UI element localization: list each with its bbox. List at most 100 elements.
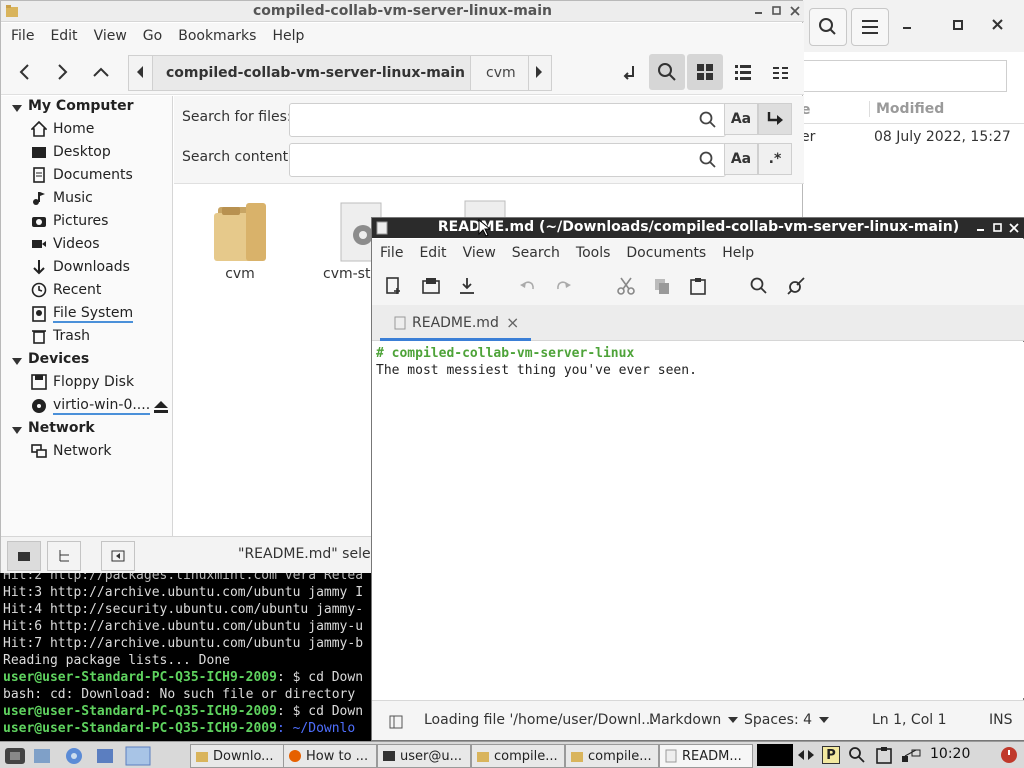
forward-arrow-icon[interactable] (53, 63, 73, 81)
file-manager-titlebar[interactable]: compiled-collab-vm-server-linux-main (1, 1, 804, 22)
sidebar-item-file-system[interactable]: File System (31, 305, 134, 323)
cut-scissors-icon[interactable] (617, 277, 635, 295)
expand-triangle-icon[interactable] (11, 424, 23, 436)
sidebar-item-virtio-win[interactable]: virtio-win-0.... (31, 397, 151, 415)
side-panel-toggle-icon[interactable] (389, 715, 403, 729)
show-desktop-icon[interactable] (124, 745, 152, 767)
taskbar-item-downloads[interactable]: Downlo... (190, 744, 284, 768)
search-icon[interactable] (750, 277, 768, 295)
new-document-icon[interactable] (385, 277, 403, 295)
close-icon[interactable] (1008, 222, 1020, 234)
menu-search[interactable]: Search (512, 245, 560, 261)
breadcrumb-current[interactable]: compiled-collab-vm-server-linux-main (152, 55, 485, 91)
maximize-icon[interactable] (771, 5, 783, 17)
minimize-icon[interactable] (975, 222, 987, 234)
menu-view[interactable]: View (463, 245, 496, 261)
taskbar-item-compile-1[interactable]: compile... (471, 744, 565, 768)
search-files-input[interactable] (289, 103, 726, 137)
indent-selector[interactable]: Spaces: 4 (744, 712, 830, 728)
back-arrow-icon[interactable] (15, 63, 35, 81)
sidebar-item-pictures[interactable]: Pictures (31, 213, 108, 229)
file-item-cvm[interactable]: cvm (206, 197, 274, 287)
clipboard-icon[interactable] (874, 746, 894, 764)
taskbar-item-browser[interactable]: How to ... (283, 744, 377, 768)
expand-triangle-icon[interactable] (11, 102, 23, 114)
regex-button[interactable]: .* (758, 143, 792, 175)
toggle-location-icon[interactable] (619, 62, 639, 82)
paste-clipboard-icon[interactable] (689, 277, 707, 295)
tray-p-icon[interactable]: P (822, 746, 840, 764)
redo-icon[interactable] (554, 277, 572, 295)
sidebar-item-trash[interactable]: Trash (31, 328, 90, 344)
menu-documents[interactable]: Documents (626, 245, 706, 261)
taskbar-item-terminal[interactable]: user@u... (377, 744, 471, 768)
taskbar-item-compile-2[interactable]: compile... (565, 744, 659, 768)
search-replace-icon[interactable] (787, 277, 805, 295)
network-arrows-icon[interactable] (797, 747, 815, 763)
content-match-case-button[interactable]: Aa (724, 143, 758, 175)
maximize-icon[interactable] (992, 222, 1004, 234)
menu-file[interactable]: File (11, 28, 34, 44)
taskbar-item-readme[interactable]: READM... (659, 744, 753, 768)
terminal-window[interactable]: Hit:2 http://packages.linuxmint.com vera… (0, 573, 372, 741)
tab-readme[interactable]: README.md × (380, 305, 531, 341)
menu-bookmarks[interactable]: Bookmarks (178, 28, 256, 44)
minimize-icon[interactable] (753, 5, 765, 17)
location-entry[interactable] (801, 60, 1007, 92)
open-document-icon[interactable] (422, 277, 440, 295)
list-view-icon[interactable] (734, 63, 752, 81)
menu-tools[interactable]: Tools (576, 245, 611, 261)
table-row[interactable]: er 08 July 2022, 15:27 (801, 127, 1024, 149)
menu-edit[interactable]: Edit (50, 28, 77, 44)
maximize-button[interactable] (951, 18, 965, 32)
tab-close-button[interactable]: × (506, 313, 519, 332)
save-download-icon[interactable] (458, 277, 476, 295)
recursive-search-button[interactable] (758, 103, 792, 135)
match-case-button[interactable]: Aa (724, 103, 758, 135)
show-treeview-button[interactable] (47, 541, 81, 571)
show-places-button[interactable] (7, 541, 41, 571)
eject-icon[interactable] (153, 400, 169, 414)
menu-file[interactable]: File (380, 245, 403, 261)
icon-view-button[interactable] (687, 54, 723, 90)
hide-sidebar-button[interactable] (101, 541, 135, 571)
undo-icon[interactable] (519, 277, 537, 295)
menu-view[interactable]: View (94, 28, 127, 44)
file-manager-launcher-icon[interactable] (32, 746, 52, 766)
search-toggle-button[interactable] (649, 54, 685, 90)
language-selector[interactable]: Markdown (649, 712, 739, 728)
sidebar-item-home[interactable]: Home (31, 121, 94, 137)
compact-view-icon[interactable] (772, 63, 790, 81)
menu-go[interactable]: Go (143, 28, 162, 44)
sidebar-item-recent[interactable]: Recent (31, 282, 101, 298)
search-content-input[interactable] (289, 143, 726, 177)
network-status-icon[interactable] (900, 746, 922, 764)
expand-triangle-icon[interactable] (11, 355, 23, 367)
breadcrumb-scroll-left[interactable] (128, 55, 154, 91)
editor-text-area[interactable]: # compiled-collab-vm-server-linux The mo… (372, 342, 1024, 698)
menu-edit[interactable]: Edit (419, 245, 446, 261)
sidebar-item-music[interactable]: Music (31, 190, 93, 206)
sidebar-item-videos[interactable]: Videos (31, 236, 100, 252)
terminal-launcher-icon[interactable] (95, 746, 115, 766)
search-button[interactable] (809, 8, 847, 46)
breadcrumb-scroll-right[interactable] (528, 55, 552, 91)
menu-button[interactable] (851, 8, 889, 46)
sidebar-item-documents[interactable]: Documents (31, 167, 133, 183)
web-browser-launcher-icon[interactable] (64, 746, 84, 766)
clock[interactable]: 10:20 (930, 746, 970, 762)
sidebar-item-downloads[interactable]: Downloads (31, 259, 130, 275)
minimize-button[interactable] (901, 18, 915, 32)
sidebar-item-network[interactable]: Network (31, 443, 111, 459)
menu-help[interactable]: Help (272, 28, 304, 44)
linux-mint-menu-icon[interactable] (4, 746, 26, 766)
sidebar-item-desktop[interactable]: Desktop (31, 144, 111, 160)
power-icon[interactable] (1000, 746, 1018, 764)
up-arrow-icon[interactable] (91, 63, 111, 81)
close-icon[interactable] (789, 5, 801, 17)
search-icon[interactable] (699, 151, 717, 169)
copy-icon[interactable] (653, 277, 671, 295)
menu-help[interactable]: Help (722, 245, 754, 261)
search-icon[interactable] (699, 111, 717, 129)
sidebar-item-floppy-disk[interactable]: Floppy Disk (31, 374, 134, 390)
